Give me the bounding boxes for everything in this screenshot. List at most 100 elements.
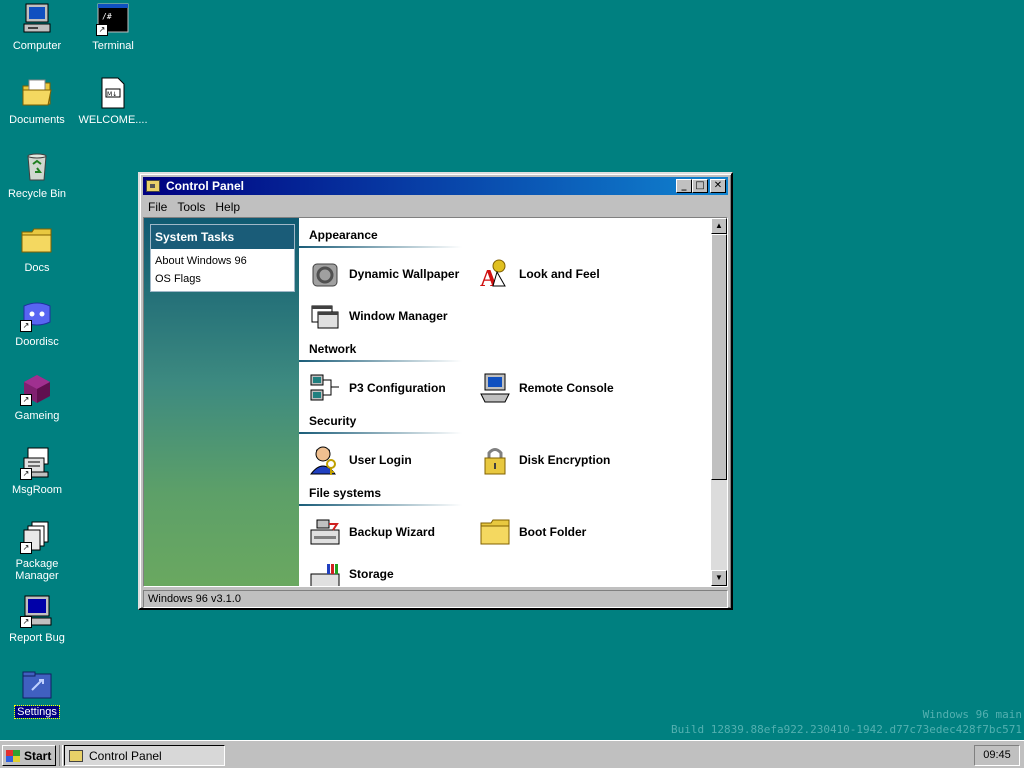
remote-console-icon xyxy=(479,372,511,404)
desktop-icon-documents[interactable]: Documents xyxy=(0,76,74,126)
desktop-icon-label: Docs xyxy=(24,262,50,274)
close-button[interactable]: ✕ xyxy=(710,179,726,193)
task-about-windows[interactable]: About Windows 96 xyxy=(151,249,294,270)
scroll-up-button[interactable]: ▲ xyxy=(711,218,727,234)
window-manager-icon xyxy=(309,300,341,332)
taskbar-button-control-panel[interactable]: Control Panel xyxy=(64,745,225,766)
taskbar: Start Control Panel 09:45 xyxy=(0,740,1024,768)
taskbar-separator xyxy=(59,745,63,766)
menu-help[interactable]: Help xyxy=(210,200,245,214)
sidebar-panel: System Tasks About Windows 96 OS Flags xyxy=(144,218,299,586)
markdown-file-icon: M↓ xyxy=(96,76,130,110)
user-key-icon xyxy=(309,444,341,476)
computer-icon xyxy=(20,2,54,36)
item-remote-console[interactable]: Remote Console xyxy=(479,372,614,404)
doordisc-icon: ↗ xyxy=(20,298,54,332)
system-tasks-box: System Tasks About Windows 96 OS Flags xyxy=(150,224,295,292)
terminal-icon: /# ↗ xyxy=(96,2,130,36)
item-label: User Login xyxy=(349,453,412,467)
desktop-icon-gameing[interactable]: ↗ Gameing xyxy=(0,372,74,422)
desktop-icon-label: Computer xyxy=(12,40,62,52)
build-watermark-line2: Build 12839.88efa922.230410-1942.d77c73e… xyxy=(671,723,1022,736)
item-label: P3 Configuration xyxy=(349,381,446,395)
item-label: Disk Encryption xyxy=(519,453,611,467)
desktop-icon-report-bug[interactable]: ↗ Report Bug xyxy=(0,594,74,644)
desktop-icon-msgroom[interactable]: ↗ MsgRoom xyxy=(0,446,74,496)
section-divider xyxy=(299,360,462,362)
desktop-icon-label: WELCOME.... xyxy=(78,114,148,126)
desktop-icon-label: Settings xyxy=(14,705,60,719)
menubar: File Tools Help xyxy=(143,197,245,217)
look-and-feel-icon: A xyxy=(479,258,511,292)
system-tray-clock[interactable]: 09:45 xyxy=(974,745,1020,766)
desktop-icon-label: Package Manager xyxy=(15,558,59,582)
window-title: Control Panel xyxy=(166,179,245,193)
desktop-icon-doordisc[interactable]: ↗ Doordisc xyxy=(0,298,74,348)
shortcut-arrow-icon: ↗ xyxy=(96,24,108,36)
storage-icon xyxy=(309,558,341,586)
menu-file[interactable]: File xyxy=(143,200,172,214)
scroll-down-button[interactable]: ▼ xyxy=(711,570,727,586)
desktop-icon-welcome[interactable]: M↓ WELCOME.... xyxy=(76,76,150,126)
item-label: Look and Feel xyxy=(519,267,600,281)
desktop-icon-label: Terminal xyxy=(92,40,134,52)
item-look-and-feel[interactable]: A Look and Feel xyxy=(479,258,600,292)
desktop-icon-recycle-bin[interactable]: Recycle Bin xyxy=(0,150,74,200)
msgroom-icon: ↗ xyxy=(20,446,54,480)
shortcut-arrow-icon: ↗ xyxy=(20,542,32,554)
item-storage[interactable]: Storage xyxy=(309,558,394,586)
item-label: Backup Wizard xyxy=(349,525,435,539)
start-button[interactable]: Start xyxy=(2,745,56,766)
desktop-icon-settings[interactable]: Settings xyxy=(0,668,74,719)
item-disk-encryption[interactable]: Disk Encryption xyxy=(479,444,610,476)
cube-icon: ↗ xyxy=(20,372,54,406)
section-divider xyxy=(299,432,462,434)
desktop-icon-label: Doordisc xyxy=(15,336,59,348)
package-manager-icon: ↗ xyxy=(20,520,54,554)
start-label: Start xyxy=(24,748,52,763)
system-tasks-title: System Tasks xyxy=(151,225,294,249)
network-icon xyxy=(309,372,341,404)
item-backup-wizard[interactable]: Backup Wizard xyxy=(309,516,435,548)
item-dynamic-wallpaper[interactable]: Dynamic Wallpaper xyxy=(309,258,459,290)
minimize-button[interactable]: _ xyxy=(676,179,692,193)
shortcut-arrow-icon: ↗ xyxy=(20,616,32,628)
scroll-thumb[interactable] xyxy=(711,234,727,480)
desktop-icon-terminal[interactable]: /# ↗ Terminal xyxy=(76,2,150,52)
window-titlebar[interactable]: Control Panel _ □ ✕ xyxy=(143,177,728,195)
desktop-icon-docs[interactable]: Docs xyxy=(0,224,74,274)
item-label: Boot Folder xyxy=(519,525,587,539)
documents-folder-icon xyxy=(20,76,54,110)
section-title-security: Security xyxy=(309,414,357,428)
shortcut-arrow-icon: ↗ xyxy=(20,394,32,406)
desktop-icon-computer[interactable]: Computer xyxy=(0,2,74,52)
section-title-network: Network xyxy=(309,342,357,356)
backup-icon xyxy=(309,516,341,548)
section-divider xyxy=(299,246,462,248)
item-boot-folder[interactable]: Boot Folder xyxy=(479,516,586,548)
section-divider xyxy=(299,504,462,506)
task-os-flags[interactable]: OS Flags xyxy=(151,270,294,291)
build-watermark-line1: Windows 96 main xyxy=(922,708,1022,721)
item-user-login[interactable]: User Login xyxy=(309,444,412,476)
control-panel-icon xyxy=(146,180,160,192)
maximize-button[interactable]: □ xyxy=(692,179,708,193)
desktop-icon-label: MsgRoom xyxy=(11,484,63,496)
menu-tools[interactable]: Tools xyxy=(172,200,210,214)
markdown-glyph: M↓ xyxy=(107,91,117,98)
desktop-icon-label: Recycle Bin xyxy=(7,188,67,200)
vertical-scrollbar[interactable]: ▲ ▼ xyxy=(711,218,727,586)
item-label: Storage xyxy=(349,567,394,581)
desktop-icon-package-manager[interactable]: ↗ Package Manager xyxy=(0,520,74,582)
section-title-appearance: Appearance xyxy=(309,228,378,242)
item-window-manager[interactable]: Window Manager xyxy=(309,300,448,332)
item-p3-configuration[interactable]: P3 Configuration xyxy=(309,372,446,404)
settings-icon xyxy=(20,668,54,702)
status-bar: Windows 96 v3.1.0 xyxy=(143,590,728,608)
control-panel-items: Appearance Dynamic Wallpaper A Look and … xyxy=(299,218,717,586)
desktop-icon-label: Documents xyxy=(9,114,65,126)
terminal-glyph: /# xyxy=(102,12,112,21)
control-panel-window[interactable]: Control Panel _ □ ✕ File Tools Help Syst… xyxy=(138,172,733,610)
recycle-bin-icon xyxy=(20,150,54,184)
wallpaper-icon xyxy=(309,258,341,290)
